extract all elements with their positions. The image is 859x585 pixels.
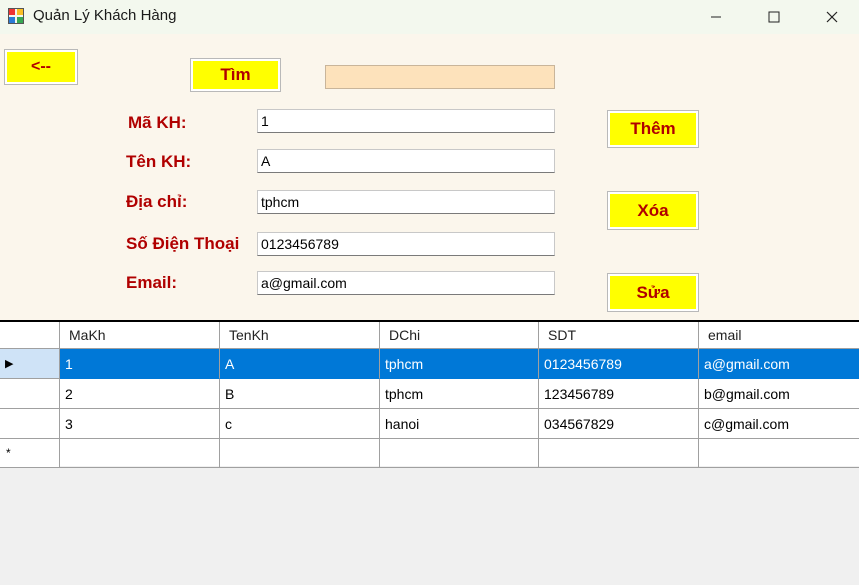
column-header-sdt[interactable]: SDT (539, 322, 699, 349)
column-header-dchi[interactable]: DChi (380, 322, 539, 349)
email-field[interactable] (257, 271, 555, 295)
makh-field[interactable] (257, 109, 555, 133)
close-button[interactable] (803, 0, 859, 34)
cell-sdt[interactable]: 034567829 (539, 409, 699, 439)
add-button[interactable]: Thêm (607, 110, 699, 148)
cell-dchi[interactable] (380, 439, 539, 468)
cell-makh[interactable] (60, 439, 220, 468)
minimize-button[interactable] (687, 0, 745, 34)
sdt-field[interactable] (257, 232, 555, 256)
email-label: Email: (126, 273, 178, 292)
row-header-corner[interactable] (0, 322, 60, 349)
cell-sdt[interactable]: 123456789 (539, 379, 699, 409)
close-icon (826, 11, 838, 23)
row-header[interactable] (0, 409, 60, 439)
back-button[interactable]: <-- (4, 49, 78, 85)
title-bar: Quản Lý Khách Hàng (0, 0, 859, 34)
table-row[interactable]: 3 c hanoi 034567829 c@gmail.com (0, 409, 859, 439)
maximize-icon (768, 11, 780, 23)
diachi-field[interactable] (257, 190, 555, 214)
cell-makh[interactable]: 3 (60, 409, 220, 439)
minimize-icon (711, 16, 721, 18)
column-header-email[interactable]: email (699, 322, 859, 349)
row-header[interactable] (0, 379, 60, 409)
app-icon (8, 8, 24, 24)
search-input[interactable] (325, 65, 555, 89)
current-row-icon: ▶ (5, 358, 14, 370)
cell-email[interactable]: b@gmail.com (699, 379, 859, 409)
makh-label: Mã KH: (128, 113, 187, 132)
window-title: Quản Lý Khách Hàng (33, 7, 177, 24)
cell-tenkh[interactable] (220, 439, 380, 468)
new-row-icon: * (6, 446, 11, 460)
cell-email[interactable]: a@gmail.com (699, 349, 859, 379)
edit-button[interactable]: Sửa (607, 273, 699, 312)
cell-tenkh[interactable]: A (220, 349, 380, 379)
cell-dchi[interactable]: tphcm (380, 349, 539, 379)
tenkh-label: Tên KH: (126, 152, 192, 171)
cell-sdt[interactable]: 0123456789 (539, 349, 699, 379)
tenkh-field[interactable] (257, 149, 555, 173)
customer-grid[interactable]: MaKh TenKh DChi SDT email ▶ 1 A tphcm 01… (0, 320, 859, 468)
cell-email[interactable]: c@gmail.com (699, 409, 859, 439)
new-row[interactable]: * (0, 439, 859, 468)
maximize-button[interactable] (745, 0, 803, 34)
grid-header: MaKh TenKh DChi SDT email (0, 322, 859, 349)
sdt-label: Số Điện Thoại (126, 234, 240, 253)
diachi-label: Địa chỉ: (126, 192, 188, 211)
cell-tenkh[interactable]: c (220, 409, 380, 439)
column-header-makh[interactable]: MaKh (60, 322, 220, 349)
search-button[interactable]: Tìm (190, 58, 281, 92)
cell-makh[interactable]: 1 (60, 349, 220, 379)
cell-email[interactable] (699, 439, 859, 468)
row-header[interactable]: ▶ (0, 349, 60, 379)
table-row[interactable]: 2 B tphcm 123456789 b@gmail.com (0, 379, 859, 409)
column-header-tenkh[interactable]: TenKh (220, 322, 380, 349)
cell-dchi[interactable]: tphcm (380, 379, 539, 409)
customer-form: <-- Tìm Mã KH: Tên KH: Địa chỉ: Số Điện … (0, 34, 859, 320)
table-row[interactable]: ▶ 1 A tphcm 0123456789 a@gmail.com (0, 349, 859, 379)
cell-makh[interactable]: 2 (60, 379, 220, 409)
cell-tenkh[interactable]: B (220, 379, 380, 409)
row-header[interactable]: * (0, 439, 60, 468)
cell-dchi[interactable]: hanoi (380, 409, 539, 439)
cell-sdt[interactable] (539, 439, 699, 468)
delete-button[interactable]: Xóa (607, 191, 699, 230)
